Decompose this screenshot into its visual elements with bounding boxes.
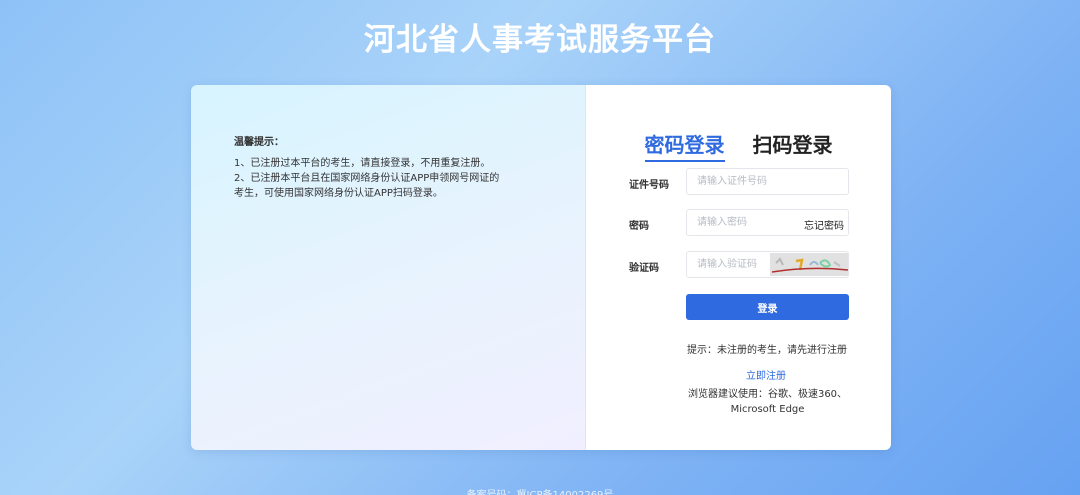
login-tabs: 密码登录 扫码登录 <box>586 129 891 162</box>
register-hint: 提示：未注册的考生，请先进行注册 <box>687 345 847 356</box>
forgot-password-link[interactable]: 忘记密码 <box>804 217 844 232</box>
tab-password-login[interactable]: 密码登录 <box>644 129 725 162</box>
id-number-label: 证件号码 <box>629 180 669 191</box>
notice-line-2: 2、已注册本平台且在国家网络身份认证APP申领网号网证的 <box>234 173 500 184</box>
login-card: 温馨提示： 1、已注册过本平台的考生，请直接登录，不用重复注册。 2、已注册本平… <box>191 85 891 450</box>
captcha-noise-icon <box>770 253 848 276</box>
notice-panel: 温馨提示： 1、已注册过本平台的考生，请直接登录，不用重复注册。 2、已注册本平… <box>191 85 586 450</box>
id-number-input[interactable] <box>686 168 849 195</box>
tab-qrcode-login[interactable]: 扫码登录 <box>753 129 833 162</box>
captcha-image[interactable] <box>770 253 848 276</box>
register-link-row: 立即注册 <box>586 367 891 382</box>
notice-title: 温馨提示： <box>234 137 284 148</box>
captcha-label: 验证码 <box>629 263 659 274</box>
register-link[interactable]: 立即注册 <box>746 371 786 382</box>
notice-line-3: 考生，可使用国家网络身份认证APP扫码登录。 <box>234 188 443 199</box>
password-label: 密码 <box>629 221 649 232</box>
login-button[interactable]: 登录 <box>686 294 849 320</box>
login-form-panel: 密码登录 扫码登录 证件号码 密码 忘记密码 验证码 登录 提示：未注册的考生，… <box>586 85 891 450</box>
notice-line-1: 1、已注册过本平台的考生，请直接登录，不用重复注册。 <box>234 158 491 169</box>
footer-icp: 备案号码：冀ICP备14002269号 <box>0 486 1080 495</box>
browser-tip: 浏览器建议使用：谷歌、极速360、Microsoft Edge <box>687 389 848 415</box>
page-title: 河北省人事考试服务平台 <box>364 22 716 58</box>
